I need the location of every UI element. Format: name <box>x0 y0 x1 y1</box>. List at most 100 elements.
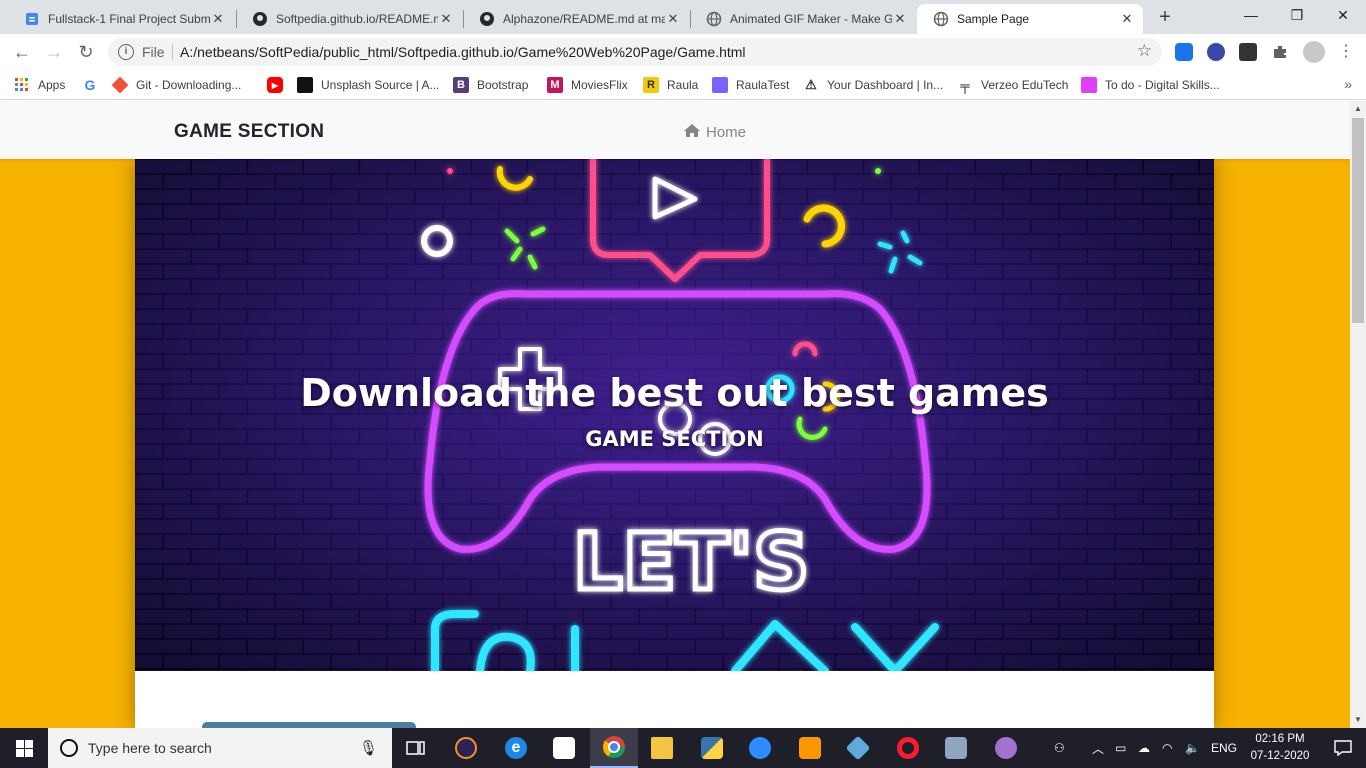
windows-logo-icon <box>15 739 33 757</box>
microphone-icon[interactable]: 🎙 <box>359 739 378 757</box>
close-icon[interactable]: ✕ <box>210 11 226 27</box>
reload-button[interactable]: ↻ <box>72 38 100 66</box>
task-view-icon[interactable] <box>392 728 440 768</box>
content-column: LET'S Download the best out best games G… <box>135 159 1214 728</box>
bookmark-dashboard[interactable]: ⚠ Your Dashboard | In... <box>803 76 943 94</box>
bookmark-label: Bootstrap <box>477 78 529 92</box>
tab-title: Sample Page <box>957 12 1030 26</box>
battery-icon[interactable]: ▭ <box>1115 728 1126 768</box>
bookmark-label: RaulaTest <box>736 78 790 92</box>
bookmark-label: Unsplash Source | A... <box>321 78 440 92</box>
address-bar[interactable]: i File A:/netbeans/SoftPedia/public_html… <box>108 38 1162 66</box>
shield-extension-icon[interactable] <box>1175 43 1193 61</box>
bookmark-git[interactable]: Git - Downloading... <box>111 76 242 94</box>
neon-gamepad-image: LET'S <box>135 159 1214 671</box>
language-indicator[interactable]: ENG <box>1211 728 1237 768</box>
github-desktop-icon[interactable] <box>982 728 1030 768</box>
cube-extension-icon[interactable] <box>1239 43 1257 61</box>
git-icon <box>111 76 129 94</box>
bookmark-label: Raula <box>667 78 699 92</box>
action-center-icon[interactable] <box>1320 728 1366 768</box>
windows-start-button[interactable] <box>0 728 48 768</box>
bookmark-youtube[interactable]: ▶ <box>267 76 291 94</box>
globe-icon <box>933 11 949 27</box>
tab-fullstack[interactable]: Fullstack-1 Final Project Submi ✕ <box>8 4 234 34</box>
eclipse-app-icon[interactable] <box>442 728 490 768</box>
bookmark-raulatest[interactable]: RaulaTest <box>712 76 789 94</box>
bookmark-star-icon[interactable]: ☆ <box>1137 41 1152 61</box>
tray-overflow-icon[interactable]: ︿ <box>1092 728 1104 768</box>
puzzle-extensions-icon[interactable] <box>1271 43 1289 61</box>
file-explorer-icon[interactable] <box>638 728 686 768</box>
divider <box>172 44 173 60</box>
close-icon[interactable]: ✕ <box>1119 11 1135 27</box>
extension-icon[interactable] <box>1207 43 1225 61</box>
menu-kebab-icon[interactable]: ⋮ <box>1337 43 1355 61</box>
remote-desktop-icon[interactable] <box>932 728 980 768</box>
tab-gif-maker[interactable]: Animated GIF Maker - Make G ✕ <box>690 4 916 34</box>
new-tab-button[interactable]: + <box>1153 6 1177 30</box>
tab-sample-page[interactable]: Sample Page ✕ <box>917 4 1143 34</box>
virtualbox-icon[interactable] <box>834 728 882 768</box>
lets-neon-text: LET'S <box>573 518 809 608</box>
scrollbar-thumb[interactable] <box>1352 118 1364 323</box>
bookmark-bootstrap[interactable]: B Bootstrap <box>453 76 528 94</box>
bookmark-label: Git - Downloading... <box>136 78 242 92</box>
scroll-down-arrow-icon[interactable]: ▼ <box>1350 712 1366 728</box>
tab-title: Fullstack-1 Final Project Submi <box>48 12 210 26</box>
restore-button[interactable]: ❐ <box>1274 0 1320 32</box>
hero-banner: LET'S Download the best out best games G… <box>135 159 1214 671</box>
minimize-button[interactable]: — <box>1228 0 1274 32</box>
scroll-up-arrow-icon[interactable]: ▲ <box>1350 101 1366 117</box>
volume-icon[interactable]: 🔈 <box>1185 728 1200 768</box>
hero-heading: Download the best out best games <box>300 371 1049 415</box>
github-icon <box>252 11 268 27</box>
github-icon <box>479 11 495 27</box>
bookmark-todo[interactable]: To do - Digital Skills... <box>1081 76 1220 94</box>
bookmark-unsplash[interactable]: Unsplash Source | A... <box>297 76 440 94</box>
tab-title: Alphazone/README.md at ma <box>503 12 665 26</box>
page-viewport: GAME SECTION Home LET'S Download the bes… <box>0 101 1350 728</box>
cortana-icon <box>60 739 78 757</box>
taskbar-clock[interactable]: 02:16 PM 07-12-2020 <box>1240 731 1320 765</box>
close-icon[interactable]: ✕ <box>438 11 454 27</box>
unsplash-icon <box>297 77 313 93</box>
bookmark-google[interactable]: G <box>82 76 106 94</box>
bookmark-label: Verzeo EduTech <box>981 78 1069 92</box>
bookmarks-overflow-icon[interactable]: » <box>1344 76 1352 92</box>
tab-alphazone-readme[interactable]: Alphazone/README.md at ma ✕ <box>463 4 689 34</box>
wifi-icon[interactable]: ◠ <box>1162 728 1172 768</box>
python-app-icon[interactable] <box>688 728 736 768</box>
profile-avatar[interactable] <box>1303 41 1325 63</box>
close-window-button[interactable]: ✕ <box>1320 0 1366 32</box>
people-icon[interactable]: ⚇ <box>1054 728 1065 768</box>
edge-browser-icon[interactable]: e <box>492 728 540 768</box>
navbar-brand[interactable]: GAME SECTION <box>174 121 324 143</box>
windows-taskbar: Type here to search 🎙 e ⚇ ︿ ▭ ☁ ◠ 🔈 ENG … <box>0 728 1366 768</box>
opera-browser-icon[interactable] <box>884 728 932 768</box>
bookmark-raula[interactable]: R Raula <box>643 76 698 94</box>
bookmark-moviesflix[interactable]: M MoviesFlix <box>547 76 628 94</box>
zoom-app-icon[interactable] <box>736 728 784 768</box>
taskbar-search-box[interactable]: Type here to search 🎙 <box>48 728 392 768</box>
verzeo-icon: ╤ <box>960 77 970 93</box>
url-text[interactable]: A:/netbeans/SoftPedia/public_html/Softpe… <box>180 44 746 60</box>
bookmark-label: To do - Digital Skills... <box>1105 78 1220 92</box>
info-icon[interactable]: i <box>118 44 134 60</box>
bookmark-apps[interactable]: Apps <box>14 76 65 94</box>
close-icon[interactable]: ✕ <box>665 11 681 27</box>
close-icon[interactable]: ✕ <box>892 11 908 27</box>
sublime-text-icon[interactable] <box>786 728 834 768</box>
nav-home-link[interactable]: Home <box>683 123 746 142</box>
page-scrollbar[interactable]: ▲ ▼ <box>1350 101 1366 728</box>
microsoft-store-icon[interactable] <box>540 728 588 768</box>
onedrive-icon[interactable]: ☁ <box>1138 728 1150 768</box>
forward-button[interactable]: → <box>40 38 68 66</box>
back-button[interactable]: ← <box>8 38 36 66</box>
scheme-label: File <box>142 44 165 60</box>
search-placeholder: Type here to search <box>88 740 212 756</box>
globe-icon <box>706 11 722 27</box>
tab-softpedia-readme[interactable]: Softpedia.github.io/README.m ✕ <box>236 4 462 34</box>
chrome-browser-icon[interactable] <box>590 728 638 768</box>
bookmark-verzeo[interactable]: ╤ Verzeo EduTech <box>957 76 1068 94</box>
